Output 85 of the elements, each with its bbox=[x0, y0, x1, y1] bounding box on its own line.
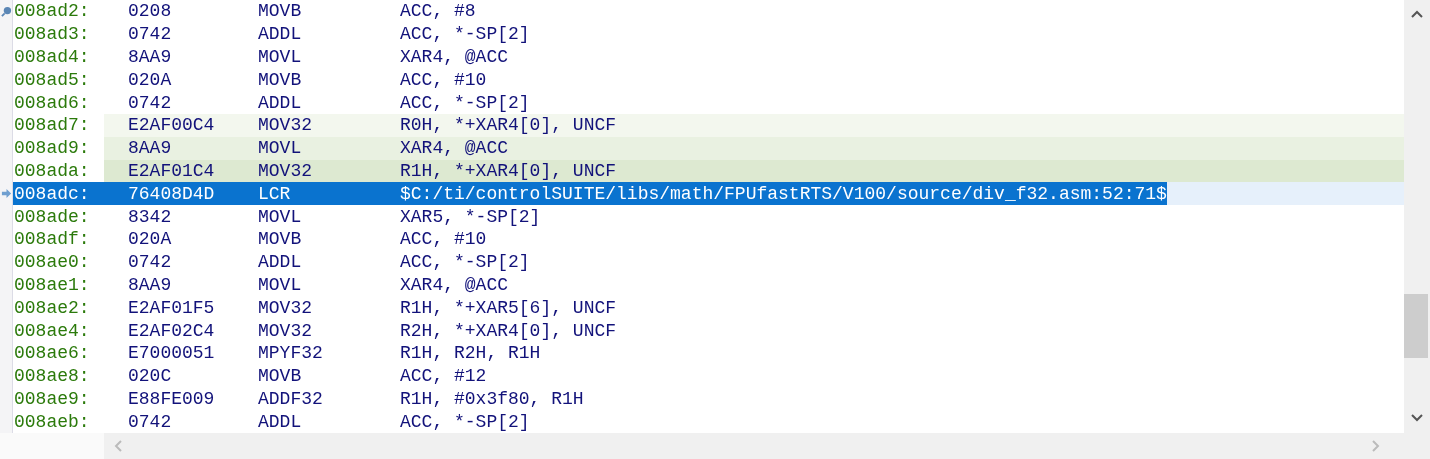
address: 008ae9: bbox=[13, 387, 91, 411]
mnemonic: MOV32 bbox=[258, 115, 313, 136]
scroll-up-icon[interactable] bbox=[1411, 10, 1423, 18]
operands: R1H, *+XAR5[6], UNCF bbox=[400, 296, 617, 320]
mnemonic: MOVL bbox=[258, 47, 303, 67]
operands: R1H, *+XAR4[0], UNCF bbox=[400, 159, 617, 183]
address: 008ae8: bbox=[13, 365, 91, 388]
address: 008ad4: bbox=[13, 46, 91, 69]
operands: XAR4, @ACC bbox=[400, 46, 509, 69]
scroll-left-icon[interactable] bbox=[114, 440, 122, 452]
operands: $C:/ti/controlSUITE/libs/math/FPUfastRTS/V100/source/div_f32.asm:52:71$ bbox=[400, 182, 1167, 206]
scroll-right-icon[interactable] bbox=[1372, 440, 1380, 452]
opcode: 8AA9 bbox=[128, 274, 173, 295]
mnemonic: MOVB bbox=[258, 1, 303, 22]
operands: R1H, #0x3f80, R1H bbox=[400, 387, 584, 411]
address: 008ad6: bbox=[13, 91, 91, 114]
operands: XAR4, @ACC bbox=[400, 273, 509, 297]
opcode: 0742 bbox=[128, 252, 173, 273]
address: 008ad3: bbox=[13, 23, 91, 46]
address: 008ae1: bbox=[13, 273, 91, 297]
mnemonic: ADDL bbox=[258, 24, 303, 45]
mnemonic: MOVL bbox=[258, 206, 303, 227]
bookmark-icon bbox=[1, 5, 12, 17]
mnemonic: MOVL bbox=[258, 138, 303, 159]
address: 008ade: bbox=[13, 205, 91, 228]
operands: ACC, *-SP[2] bbox=[400, 91, 530, 114]
mnemonic: ADDL bbox=[258, 411, 303, 432]
scroll-down-icon[interactable] bbox=[1411, 414, 1423, 422]
mnemonic: MOVB bbox=[258, 229, 303, 250]
opcode: 0208 bbox=[128, 1, 173, 22]
arrow-icon bbox=[1, 188, 12, 200]
mnemonic: ADDF32 bbox=[258, 388, 324, 409]
mnemonic: LCR bbox=[258, 182, 400, 206]
mnemonic: MOV32 bbox=[258, 160, 313, 181]
opcode: E7000051 bbox=[128, 343, 216, 364]
operands: ACC, *-SP[2] bbox=[400, 23, 530, 46]
address: 008ad2: bbox=[13, 0, 91, 23]
mnemonic: MOV32 bbox=[258, 320, 313, 341]
address: 008ae4: bbox=[13, 319, 91, 342]
address: 008ada: bbox=[13, 159, 91, 183]
opcode: 76408D4D bbox=[104, 182, 258, 206]
mnemonic: MPYF32 bbox=[258, 343, 324, 364]
opcode: 020A bbox=[128, 69, 173, 90]
opcode: E2AF01F5 bbox=[128, 297, 216, 318]
operands: ACC, #8 bbox=[400, 0, 476, 23]
opcode: 8AA9 bbox=[128, 47, 173, 67]
opcode: E2AF01C4 bbox=[128, 160, 216, 181]
mnemonic: ADDL bbox=[258, 252, 303, 273]
mnemonic: MOVB bbox=[258, 69, 303, 90]
operands: R0H, *+XAR4[0], UNCF bbox=[400, 114, 617, 137]
mnemonic: MOV32 bbox=[258, 297, 313, 318]
opcode: 8AA9 bbox=[128, 138, 173, 159]
mnemonic: MOVB bbox=[258, 366, 303, 387]
opcode: 0742 bbox=[128, 411, 173, 432]
operands: ACC, #10 bbox=[400, 68, 487, 92]
address: 008ad5: bbox=[13, 68, 91, 92]
address: 008ad7: bbox=[13, 114, 91, 137]
operands: ACC, #12 bbox=[400, 365, 487, 388]
operands: XAR4, @ACC bbox=[400, 137, 509, 160]
opcode: 0742 bbox=[128, 24, 173, 45]
mnemonic: MOVL bbox=[258, 274, 303, 295]
opcode: 0742 bbox=[128, 92, 173, 113]
address: 008aeb: bbox=[13, 410, 91, 433]
address: 008adf: bbox=[13, 228, 91, 251]
opcode: 020C bbox=[128, 366, 173, 387]
vertical-scrollbar[interactable] bbox=[1404, 0, 1430, 433]
address: 008ae6: bbox=[13, 342, 91, 365]
opcode: E88FE009 bbox=[128, 388, 216, 409]
operands: ACC, *-SP[2] bbox=[400, 410, 530, 433]
operands: ACC, *-SP[2] bbox=[400, 251, 530, 274]
opcode: E2AF00C4 bbox=[128, 115, 216, 136]
operands: ACC, #10 bbox=[400, 228, 487, 251]
operands: R2H, *+XAR4[0], UNCF bbox=[400, 319, 617, 342]
horizontal-scrollbar[interactable] bbox=[104, 433, 1404, 459]
operands: XAR5, *-SP[2] bbox=[400, 205, 541, 228]
scrollbar-thumb[interactable] bbox=[1404, 294, 1428, 358]
address: 008adc: bbox=[13, 182, 104, 206]
mnemonic: ADDL bbox=[258, 92, 303, 113]
operands: R1H, R2H, R1H bbox=[400, 342, 541, 365]
address: 008ad9: bbox=[13, 137, 91, 160]
opcode: 8342 bbox=[128, 206, 173, 227]
opcode: 020A bbox=[128, 229, 173, 250]
address: 008ae2: bbox=[13, 296, 91, 320]
opcode: E2AF02C4 bbox=[128, 320, 216, 341]
address: 008ae0: bbox=[13, 251, 91, 274]
